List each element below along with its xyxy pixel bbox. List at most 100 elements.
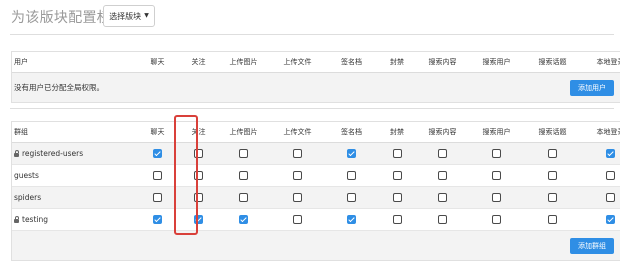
permission-cell (378, 164, 416, 187)
permission-cell (217, 142, 270, 165)
permission-checkbox[interactable] (347, 171, 356, 181)
column-header-user: 用户 (12, 52, 135, 73)
permission-cell (325, 186, 378, 209)
permission-checkbox[interactable] (194, 171, 203, 181)
permission-checkbox[interactable] (239, 149, 248, 159)
permission-cell (524, 164, 581, 187)
permission-checkbox[interactable] (239, 171, 248, 181)
permission-cell (135, 164, 180, 187)
column-header: 聊天 (135, 122, 180, 143)
permission-checkbox[interactable] (548, 171, 557, 181)
group-name: registered-users (22, 149, 84, 158)
empty-users-message: 没有用户已分配全局权限。 (14, 83, 104, 92)
permission-checkbox[interactable] (347, 215, 356, 225)
permission-checkbox[interactable] (606, 171, 615, 181)
permission-checkbox[interactable] (492, 215, 501, 225)
add-group-button[interactable]: 添加群组 (570, 237, 614, 254)
permission-cell (416, 208, 469, 231)
column-header: 上传图片 (217, 52, 270, 73)
permission-checkbox[interactable] (194, 193, 203, 203)
permission-cell (469, 208, 524, 231)
permission-cell (524, 208, 581, 231)
permission-cell (416, 186, 469, 209)
permission-cell (581, 186, 620, 209)
permission-cell (270, 142, 325, 165)
permission-cell (180, 142, 217, 165)
permission-checkbox[interactable] (153, 215, 162, 225)
category-select-button[interactable]: 选择版块 ▼ (103, 5, 155, 27)
permission-cell (581, 208, 620, 231)
groups-permissions-panel: 群组 聊天关注上传图片上传文件签名档封禁搜索内容搜索用户搜索话题本地登录 reg… (11, 121, 620, 261)
permission-checkbox[interactable] (392, 193, 402, 203)
column-header: 搜索话题 (524, 52, 581, 73)
groups-permissions-table: 群组 聊天关注上传图片上传文件签名档封禁搜索内容搜索用户搜索话题本地登录 reg… (12, 122, 620, 231)
permission-cell (135, 142, 180, 165)
column-header: 搜索话题 (524, 122, 581, 143)
permission-checkbox[interactable] (548, 215, 557, 225)
column-header: 上传文件 (270, 122, 325, 143)
group-name-cell: spiders (12, 186, 135, 209)
permission-checkbox[interactable] (347, 193, 356, 203)
column-header: 聊天 (135, 52, 180, 73)
permission-checkbox[interactable] (606, 149, 615, 159)
permission-cell (180, 164, 217, 187)
permission-checkbox[interactable] (293, 171, 302, 181)
group-name-cell: registered-users (12, 142, 135, 165)
permission-cell (325, 208, 378, 231)
permission-cell (217, 208, 270, 231)
permission-checkbox[interactable] (492, 193, 501, 203)
permission-checkbox[interactable] (606, 215, 615, 225)
permission-checkbox[interactable] (392, 171, 402, 181)
permission-checkbox[interactable] (293, 193, 302, 203)
permission-cell (378, 186, 416, 209)
permission-checkbox[interactable] (438, 215, 447, 225)
permission-checkbox[interactable] (153, 193, 162, 203)
permission-checkbox[interactable] (438, 171, 447, 181)
permission-checkbox[interactable] (438, 149, 447, 159)
permission-checkbox[interactable] (438, 193, 447, 203)
permission-checkbox[interactable] (392, 215, 402, 225)
permission-checkbox[interactable] (293, 149, 302, 159)
permission-cell (469, 186, 524, 209)
permission-checkbox[interactable] (347, 149, 356, 159)
column-header: 封禁 (378, 52, 416, 73)
permission-checkbox[interactable] (492, 149, 501, 159)
permission-cell (270, 186, 325, 209)
permission-checkbox[interactable] (153, 171, 162, 181)
permission-checkbox[interactable] (548, 149, 557, 159)
users-permissions-panel: 用户 聊天关注上传图片上传文件签名档封禁搜索内容搜索用户搜索话题本地登录 没有用… (11, 51, 620, 103)
column-header: 本地登录 (581, 122, 620, 143)
column-header: 搜索内容 (416, 52, 469, 73)
permission-cell (180, 208, 217, 231)
add-user-button[interactable]: 添加用户 (570, 79, 614, 96)
permission-checkbox[interactable] (239, 215, 248, 225)
permission-checkbox[interactable] (606, 193, 615, 203)
permission-checkbox[interactable] (194, 149, 203, 159)
permission-cell (524, 142, 581, 165)
permission-checkbox[interactable] (548, 193, 557, 203)
column-header: 封禁 (378, 122, 416, 143)
permission-cell (581, 142, 620, 165)
permission-checkbox[interactable] (153, 149, 162, 159)
permission-checkbox[interactable] (293, 215, 302, 225)
column-header: 关注 (180, 122, 217, 143)
permission-cell (469, 164, 524, 187)
column-header: 上传图片 (217, 122, 270, 143)
permission-cell (378, 208, 416, 231)
column-header: 签名档 (325, 52, 378, 73)
permission-checkbox[interactable] (239, 193, 248, 203)
lock-icon (14, 150, 19, 157)
divider (10, 34, 614, 35)
group-row: guests (12, 164, 620, 187)
permission-cell (135, 208, 180, 231)
group-name-cell: testing (12, 208, 135, 231)
permission-checkbox[interactable] (392, 149, 402, 159)
column-header: 签名档 (325, 122, 378, 143)
permission-checkbox[interactable] (194, 215, 203, 225)
permission-cell (581, 164, 620, 187)
groups-footer: 添加群组 (12, 231, 620, 260)
lock-icon (14, 216, 19, 223)
group-row: testing (12, 208, 620, 231)
permission-checkbox[interactable] (492, 171, 501, 181)
group-name-cell: guests (12, 164, 135, 187)
